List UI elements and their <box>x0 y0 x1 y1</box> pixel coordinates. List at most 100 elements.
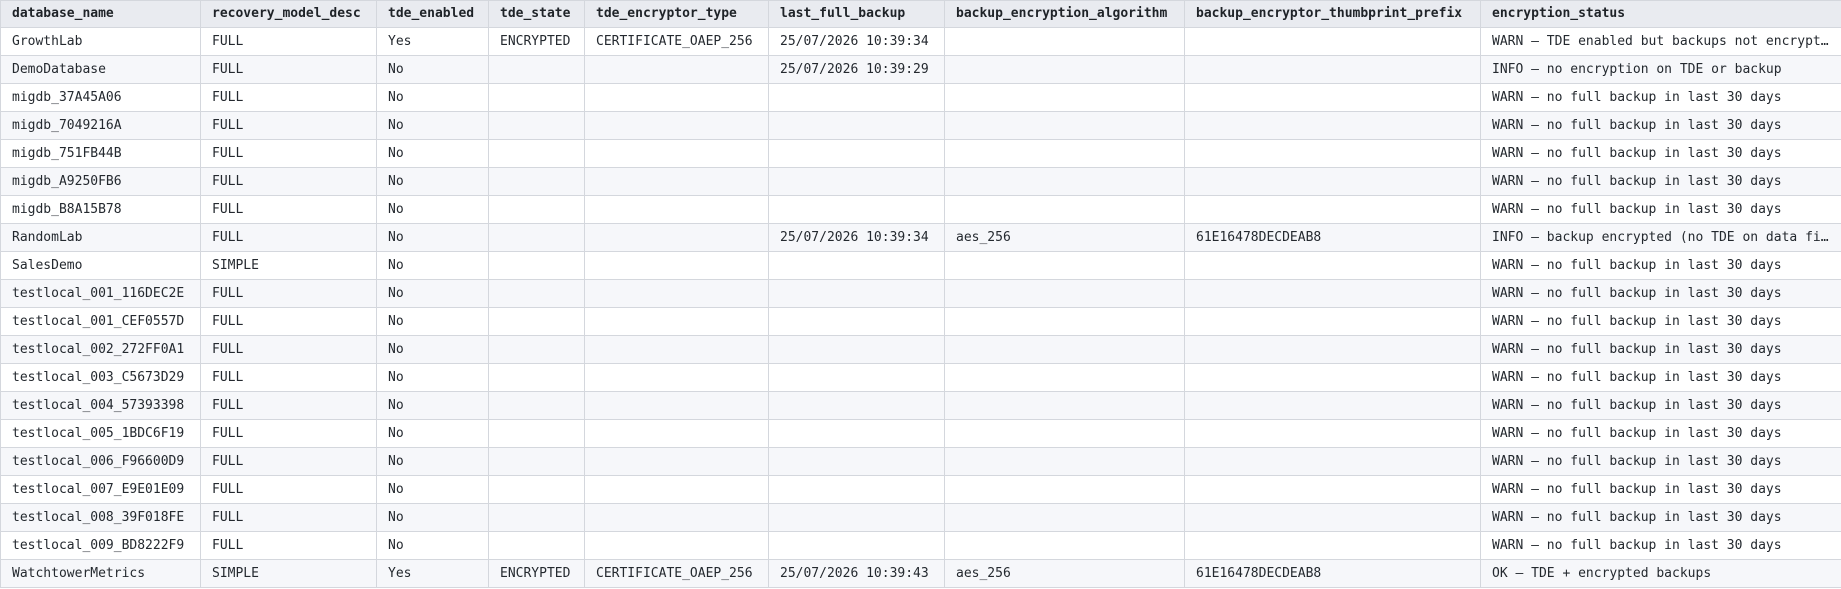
cell-encryption-status[interactable]: WARN — no full backup in last 30 days <box>1480 531 1841 560</box>
cell-last-full-backup[interactable] <box>768 503 945 532</box>
table-row[interactable]: SalesDemo SIMPLE No WARN — no full backup i… <box>0 251 1841 280</box>
cell-tde-encryptor-type[interactable] <box>584 139 769 168</box>
cell-tde-enabled[interactable]: No <box>376 447 489 476</box>
cell-backup-encryptor-thumbprint-prefix[interactable] <box>1184 27 1481 56</box>
cell-database-name[interactable]: DemoDatabase <box>0 55 201 84</box>
cell-last-full-backup[interactable] <box>768 167 945 196</box>
table-row[interactable]: testlocal_007_E9E01E09 FULL No WARN — no fu… <box>0 475 1841 504</box>
cell-recovery-model-desc[interactable]: FULL <box>200 167 377 196</box>
table-row[interactable]: testlocal_008_39F018FE FULL No WARN — no fu… <box>0 503 1841 532</box>
cell-last-full-backup[interactable] <box>768 419 945 448</box>
cell-database-name[interactable]: migdb_37A45A06 <box>0 83 201 112</box>
table-row[interactable]: RandomLab FULL No 25/07/2026 10:39:34 aes_25… <box>0 223 1841 252</box>
cell-tde-state[interactable] <box>488 391 585 420</box>
cell-backup-encryptor-thumbprint-prefix[interactable] <box>1184 335 1481 364</box>
cell-backup-encryptor-thumbprint-prefix[interactable] <box>1184 195 1481 224</box>
cell-database-name[interactable]: RandomLab <box>0 223 201 252</box>
cell-database-name[interactable]: testlocal_003_C5673D29 <box>0 363 201 392</box>
cell-tde-encryptor-type[interactable] <box>584 167 769 196</box>
cell-tde-encryptor-type[interactable] <box>584 195 769 224</box>
cell-tde-encryptor-type[interactable] <box>584 531 769 560</box>
cell-tde-encryptor-type[interactable] <box>584 391 769 420</box>
cell-last-full-backup[interactable] <box>768 363 945 392</box>
cell-backup-encryption-algorithm[interactable] <box>944 251 1185 280</box>
cell-tde-enabled[interactable]: No <box>376 139 489 168</box>
cell-backup-encryption-algorithm[interactable] <box>944 363 1185 392</box>
cell-last-full-backup[interactable]: 25/07/2026 10:39:29 <box>768 55 945 84</box>
cell-tde-enabled[interactable]: No <box>376 167 489 196</box>
cell-tde-enabled[interactable]: No <box>376 111 489 140</box>
cell-last-full-backup[interactable] <box>768 111 945 140</box>
cell-last-full-backup[interactable] <box>768 279 945 308</box>
cell-backup-encryption-algorithm[interactable] <box>944 335 1185 364</box>
cell-recovery-model-desc[interactable]: FULL <box>200 363 377 392</box>
table-row[interactable]: testlocal_006_F96600D9 FULL No WARN — no fu… <box>0 447 1841 476</box>
cell-encryption-status[interactable]: WARN — no full backup in last 30 days <box>1480 83 1841 112</box>
cell-tde-state[interactable] <box>488 335 585 364</box>
cell-encryption-status[interactable]: WARN — no full backup in last 30 days <box>1480 503 1841 532</box>
cell-backup-encryptor-thumbprint-prefix[interactable] <box>1184 363 1481 392</box>
table-row[interactable]: migdb_B8A15B78 FULL No WARN — no full backu… <box>0 195 1841 224</box>
cell-encryption-status[interactable]: WARN — no full backup in last 30 days <box>1480 363 1841 392</box>
cell-last-full-backup[interactable] <box>768 335 945 364</box>
cell-tde-state[interactable] <box>488 139 585 168</box>
column-header-last-full-backup[interactable]: last_full_backup <box>768 0 945 28</box>
cell-tde-state[interactable] <box>488 167 585 196</box>
cell-tde-encryptor-type[interactable]: CERTIFICATE_OAEP_256 <box>584 27 769 56</box>
cell-recovery-model-desc[interactable]: FULL <box>200 475 377 504</box>
cell-tde-encryptor-type[interactable]: CERTIFICATE_OAEP_256 <box>584 559 769 588</box>
table-row[interactable]: migdb_A9250FB6 FULL No WARN — no full backu… <box>0 167 1841 196</box>
cell-backup-encryption-algorithm[interactable] <box>944 139 1185 168</box>
table-row[interactable]: testlocal_004_57393398 FULL No WARN — no fu… <box>0 391 1841 420</box>
cell-recovery-model-desc[interactable]: FULL <box>200 447 377 476</box>
cell-tde-state[interactable] <box>488 447 585 476</box>
column-header-database-name[interactable]: database_name <box>0 0 201 28</box>
cell-database-name[interactable]: testlocal_001_CEF0557D <box>0 307 201 336</box>
cell-tde-enabled[interactable]: No <box>376 279 489 308</box>
cell-database-name[interactable]: testlocal_001_116DEC2E <box>0 279 201 308</box>
cell-encryption-status[interactable]: WARN — no full backup in last 30 days <box>1480 167 1841 196</box>
cell-tde-encryptor-type[interactable] <box>584 475 769 504</box>
cell-tde-encryptor-type[interactable] <box>584 503 769 532</box>
table-row[interactable]: migdb_37A45A06 FULL No WARN — no full backu… <box>0 83 1841 112</box>
cell-backup-encryption-algorithm[interactable] <box>944 307 1185 336</box>
cell-tde-enabled[interactable]: No <box>376 475 489 504</box>
cell-recovery-model-desc[interactable]: FULL <box>200 307 377 336</box>
cell-backup-encryptor-thumbprint-prefix[interactable] <box>1184 139 1481 168</box>
cell-database-name[interactable]: testlocal_007_E9E01E09 <box>0 475 201 504</box>
cell-encryption-status[interactable]: WARN — no full backup in last 30 days <box>1480 475 1841 504</box>
cell-tde-state[interactable] <box>488 419 585 448</box>
cell-recovery-model-desc[interactable]: FULL <box>200 335 377 364</box>
cell-tde-encryptor-type[interactable] <box>584 447 769 476</box>
cell-encryption-status[interactable]: WARN — no full backup in last 30 days <box>1480 111 1841 140</box>
cell-encryption-status[interactable]: WARN — TDE enabled but backups not encry… <box>1480 27 1841 56</box>
cell-tde-encryptor-type[interactable] <box>584 83 769 112</box>
cell-tde-encryptor-type[interactable] <box>584 363 769 392</box>
cell-tde-enabled[interactable]: No <box>376 335 489 364</box>
column-header-backup-encryption-algorithm[interactable]: backup_encryption_algorithm <box>944 0 1185 28</box>
cell-tde-enabled[interactable]: No <box>376 223 489 252</box>
cell-tde-encryptor-type[interactable] <box>584 55 769 84</box>
table-row[interactable]: testlocal_001_CEF0557D FULL No WARN — no fu… <box>0 307 1841 336</box>
cell-backup-encryptor-thumbprint-prefix[interactable] <box>1184 531 1481 560</box>
table-row[interactable]: testlocal_001_116DEC2E FULL No WARN — no fu… <box>0 279 1841 308</box>
cell-tde-state[interactable] <box>488 531 585 560</box>
cell-tde-encryptor-type[interactable] <box>584 279 769 308</box>
cell-tde-enabled[interactable]: No <box>376 307 489 336</box>
cell-tde-enabled[interactable]: No <box>376 531 489 560</box>
cell-recovery-model-desc[interactable]: FULL <box>200 223 377 252</box>
cell-recovery-model-desc[interactable]: FULL <box>200 111 377 140</box>
cell-database-name[interactable]: testlocal_006_F96600D9 <box>0 447 201 476</box>
cell-tde-encryptor-type[interactable] <box>584 419 769 448</box>
cell-backup-encryption-algorithm[interactable] <box>944 447 1185 476</box>
cell-tde-enabled[interactable]: No <box>376 419 489 448</box>
column-header-recovery-model-desc[interactable]: recovery_model_desc <box>200 0 377 28</box>
cell-last-full-backup[interactable] <box>768 83 945 112</box>
cell-tde-state[interactable] <box>488 475 585 504</box>
cell-tde-state[interactable] <box>488 195 585 224</box>
cell-recovery-model-desc[interactable]: SIMPLE <box>200 559 377 588</box>
cell-database-name[interactable]: testlocal_004_57393398 <box>0 391 201 420</box>
cell-backup-encryptor-thumbprint-prefix[interactable]: 61E16478DECDEAB8 <box>1184 223 1481 252</box>
cell-backup-encryptor-thumbprint-prefix[interactable] <box>1184 251 1481 280</box>
cell-last-full-backup[interactable] <box>768 391 945 420</box>
